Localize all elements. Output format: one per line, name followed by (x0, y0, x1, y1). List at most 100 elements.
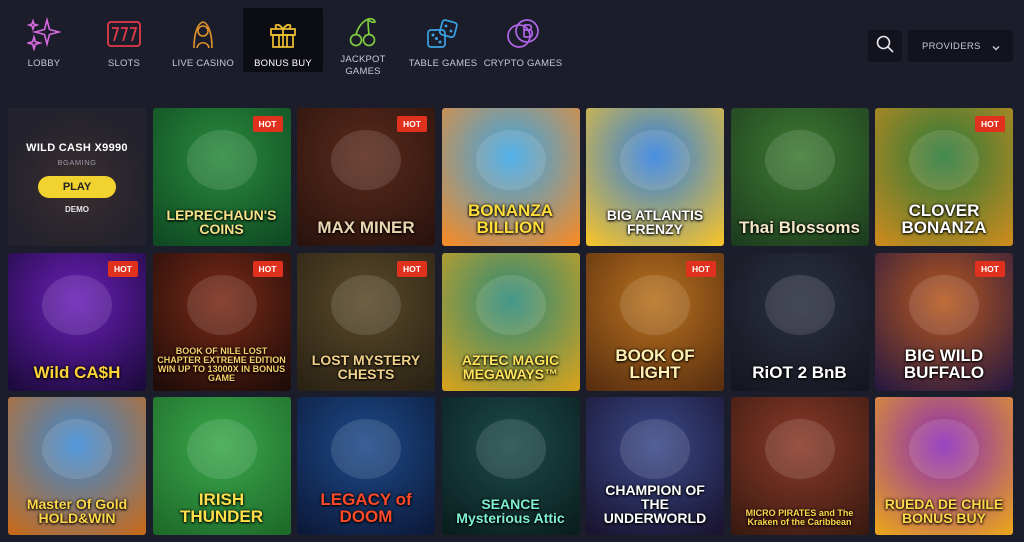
providers-dropdown[interactable]: PROVIDERS (908, 30, 1013, 62)
nav-live-casino-label: LIVE CASINO (172, 58, 234, 69)
nav-table-games[interactable]: TABLE GAMES (403, 8, 483, 72)
game-tile[interactable]: BONANZA BILLION (441, 108, 580, 246)
game-art (42, 419, 112, 479)
top-navigation: LOBBY SLOTS LIVE CASINO BONUS BUY JACKPO… (0, 0, 1024, 100)
game-title: CLOVER BONANZA (901, 201, 987, 237)
hot-badge: HOT (975, 116, 1005, 132)
nav-jackpot-games-label: JACKPOT GAMES (340, 54, 386, 77)
game-art (620, 274, 690, 335)
hot-badge: HOT (252, 260, 283, 277)
hot-badge: HOT (108, 260, 138, 277)
hot-badge: HOT (397, 116, 427, 132)
game-tile[interactable]: LEGACY of DOOM (297, 397, 435, 535)
game-tile[interactable]: RUEDA DE CHILE BONUS BUY (875, 397, 1013, 535)
nav-live-casino[interactable]: LIVE CASINO (163, 8, 243, 72)
featured-game-card[interactable]: WILD CASH X9990 BGAMING PLAY DEMO (8, 108, 146, 246)
dealer-icon (188, 16, 218, 52)
game-tile[interactable]: CLOVER BONANZA HOT (875, 108, 1013, 246)
crypto-coin-icon (506, 16, 540, 52)
game-title: Thai Blossoms (739, 218, 860, 237)
game-art (475, 419, 546, 479)
hot-badge: HOT (397, 260, 427, 277)
game-tile[interactable]: CHAMPION OF THE UNDERWORLD (586, 397, 724, 535)
game-title: LEGACY of DOOM (320, 490, 412, 526)
game-tile[interactable]: MAX MINER HOT (297, 108, 435, 246)
game-tile[interactable]: BOOK OF NILE LOST CHAPTER EXTREME EDITIO… (152, 252, 291, 391)
game-art (475, 130, 546, 190)
nav-crypto-games[interactable]: CRYPTO GAMES (483, 8, 563, 72)
nav-slots[interactable]: SLOTS (84, 8, 164, 72)
game-art (186, 130, 257, 190)
game-title: MAX MINER (317, 218, 415, 237)
game-title: BONANZA BILLION (468, 201, 553, 237)
game-tile[interactable]: MICRO PIRATES and The Kraken of the Cari… (730, 397, 869, 535)
search-button[interactable] (868, 30, 902, 62)
nav-lobby[interactable]: LOBBY (4, 8, 84, 72)
game-tile[interactable]: Wild CA$H HOT (8, 252, 146, 391)
sparkles-icon (27, 16, 61, 52)
providers-label: PROVIDERS (922, 40, 981, 52)
search-icon (876, 35, 894, 58)
nav-table-games-label: TABLE GAMES (408, 58, 478, 69)
demo-button[interactable]: DEMO (8, 205, 146, 214)
chevron-down-icon (991, 40, 1001, 58)
game-art (331, 274, 401, 335)
dice-icon (426, 16, 460, 52)
featured-provider: BGAMING (57, 158, 97, 167)
game-title: BOOK OF NILE LOST CHAPTER EXTREME EDITIO… (157, 345, 286, 383)
game-tile[interactable]: Thai Blossoms (730, 108, 869, 246)
game-title: Master Of Gold HOLD&WIN (26, 496, 128, 526)
game-tile[interactable]: LOST MYSTERY CHESTS HOT (297, 252, 435, 391)
game-title: BOOK OF LIGHT (615, 345, 695, 382)
game-art (42, 274, 112, 335)
game-title: Wild CA$H (33, 362, 121, 382)
game-art (909, 419, 979, 479)
game-title: LOST MYSTERY CHESTS (311, 351, 421, 382)
game-tile[interactable]: AZTEC MAGIC MEGAWAYS™ (441, 252, 580, 391)
nav-slots-label: SLOTS (107, 58, 141, 69)
nav-lobby-label: LOBBY (27, 58, 61, 69)
game-tile[interactable]: BIG WILD BUFFALO HOT (875, 252, 1013, 391)
game-art (331, 419, 401, 479)
hot-badge: HOT (686, 260, 716, 277)
game-title: BIG ATLANTIS FRENZY (606, 207, 704, 237)
game-tile[interactable]: Master Of Gold HOLD&WIN (8, 397, 146, 535)
game-tile[interactable]: LEPRECHAUN'S COINS HOT (152, 108, 291, 246)
featured-title: WILD CASH X9990 (26, 142, 128, 154)
game-title: SEANCE Mysterious Attic (456, 496, 565, 526)
game-art (186, 419, 257, 479)
slot-777-icon (107, 16, 141, 52)
game-title: MICRO PIRATES and The Kraken of the Cari… (745, 508, 854, 527)
game-title: IRISH THUNDER (179, 490, 264, 526)
game-tile[interactable]: BOOK OF LIGHT HOT (586, 252, 724, 391)
game-art (331, 130, 401, 190)
game-art (620, 419, 690, 479)
game-tile[interactable]: RiOT 2 BnB (730, 252, 869, 391)
hot-badge: HOT (975, 260, 1005, 277)
nav-bonus-buy-label: BONUS BUY (254, 58, 312, 69)
game-tile[interactable]: SEANCE Mysterious Attic (441, 397, 580, 535)
game-tile[interactable]: IRISH THUNDER (152, 397, 291, 535)
game-art (186, 274, 257, 335)
game-art (909, 274, 979, 335)
gift-icon (268, 16, 298, 52)
nav-crypto-games-label: CRYPTO GAMES (483, 58, 563, 69)
game-title: RUEDA DE CHILE BONUS BUY (884, 496, 1004, 526)
game-art (764, 274, 835, 335)
game-art (909, 130, 979, 190)
cherries-icon (348, 16, 378, 48)
nav-jackpot-games[interactable]: JACKPOT GAMES (323, 8, 403, 77)
game-title: LEPRECHAUN'S COINS (166, 207, 277, 237)
play-button[interactable]: PLAY (38, 176, 116, 198)
hot-badge: HOT (252, 116, 283, 132)
game-title: CHAMPION OF THE UNDERWORLD (603, 482, 707, 526)
game-art (620, 130, 690, 190)
game-art (475, 274, 546, 335)
game-title: RiOT 2 BnB (752, 362, 847, 382)
game-art (764, 419, 835, 479)
nav-bonus-buy[interactable]: BONUS BUY (243, 8, 323, 72)
game-tile[interactable]: BIG ATLANTIS FRENZY (586, 108, 724, 246)
game-title: AZTEC MAGIC MEGAWAYS™ (461, 351, 560, 382)
game-art (764, 130, 835, 190)
game-title: BIG WILD BUFFALO (903, 345, 985, 382)
